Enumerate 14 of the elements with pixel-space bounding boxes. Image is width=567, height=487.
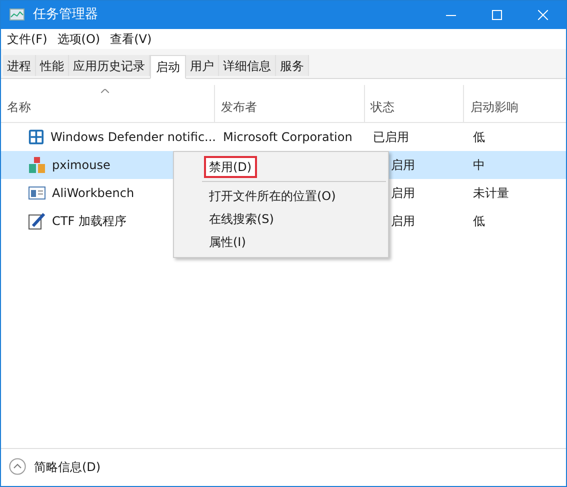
table-cell-text: pximouse	[52, 157, 110, 174]
table-cell: 低	[473, 130, 485, 144]
table-cell: Microsoft Corporation	[223, 130, 352, 144]
table-cell: 启用	[391, 158, 415, 172]
table-cell: 未计量	[473, 186, 509, 200]
table-cell: 已启用	[373, 130, 409, 144]
table-cell: 低	[473, 214, 485, 228]
table-cell: 启用	[391, 214, 415, 228]
table-cell-text: Windows Defender notific...	[50, 129, 216, 146]
table-cell-text: AliWorkbench	[52, 185, 134, 202]
window-title: 任务管理器	[33, 6, 98, 24]
table-cell: 启用	[391, 186, 415, 200]
table-cell: 中	[473, 158, 485, 172]
table-cell-text: CTF 加载程序	[52, 213, 126, 230]
